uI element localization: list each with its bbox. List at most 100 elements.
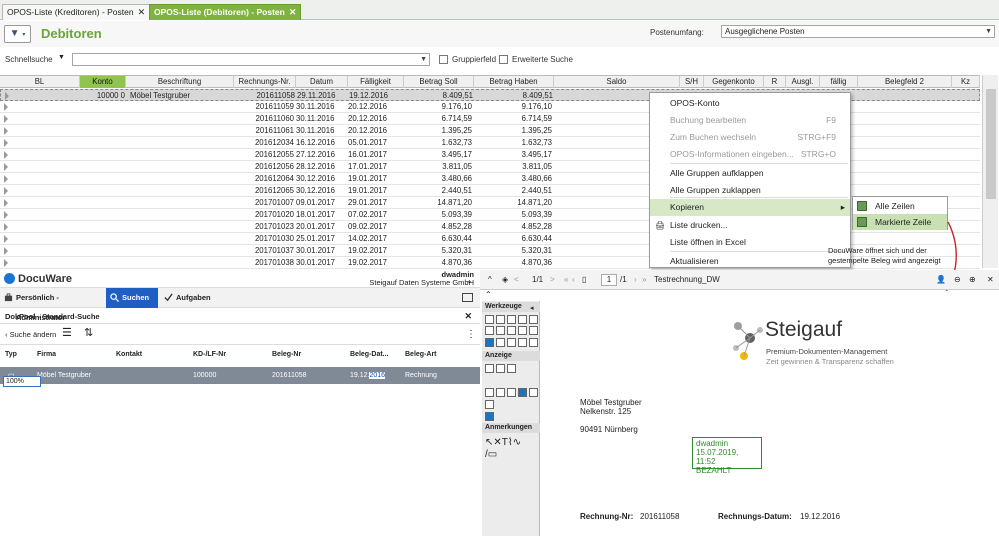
- expand-icon[interactable]: [4, 223, 8, 231]
- line-rect-tools[interactable]: /▭: [485, 450, 497, 460]
- expand-icon[interactable]: [4, 187, 8, 195]
- column-header[interactable]: Betrag Soll: [404, 76, 474, 88]
- more-icon[interactable]: ⋮: [466, 329, 476, 340]
- tab-debitoren[interactable]: OPOS-Liste (Debitoren) - Posten ✕: [149, 4, 302, 20]
- column-header[interactable]: Betrag Haben: [474, 76, 554, 88]
- chevron-up-icon[interactable]: ⌃: [485, 290, 492, 299]
- page-input[interactable]: 1: [601, 274, 617, 286]
- chevron-down-icon[interactable]: ⌄: [466, 276, 473, 285]
- column-header[interactable]: Rechnungs-Nr.: [234, 76, 296, 88]
- result-column-header[interactable]: KD-/LF-Nr: [193, 346, 226, 364]
- tool-icon[interactable]: [507, 326, 516, 335]
- user-info[interactable]: dwadmin Steigauf Daten Systeme GmbH: [369, 271, 474, 287]
- result-column-header[interactable]: Firma: [37, 346, 56, 364]
- zoom-in-icon[interactable]: ⊕: [969, 270, 976, 290]
- menu-item[interactable]: Buchung bearbeiten F9: [650, 112, 850, 129]
- expand-icon[interactable]: [4, 139, 8, 147]
- tool-icon[interactable]: [507, 388, 516, 397]
- tool-icon[interactable]: [496, 338, 505, 347]
- column-header[interactable]: Beschriftung: [126, 76, 234, 88]
- menu-item[interactable]: Alle Gruppen aufklappen: [650, 165, 850, 182]
- column-header[interactable]: fällig: [820, 76, 858, 88]
- tool-icon[interactable]: [496, 326, 505, 335]
- prev-icon[interactable]: <: [514, 270, 519, 290]
- expand-icon[interactable]: [4, 211, 8, 219]
- result-column-header[interactable]: Typ: [5, 346, 17, 364]
- gruppierfeld-checkbox[interactable]: [439, 55, 448, 64]
- user-stamp-icon[interactable]: 👤: [936, 270, 946, 290]
- tab-kreditoren[interactable]: OPOS-Liste (Kreditoren) - Posten ✕: [2, 4, 151, 20]
- expand-icon[interactable]: [4, 151, 8, 159]
- expand-icon[interactable]: [4, 235, 8, 243]
- tool-icon[interactable]: [529, 315, 538, 324]
- tool-icon[interactable]: [485, 326, 494, 335]
- tool-icon[interactable]: [529, 326, 538, 335]
- column-header-sorted[interactable]: Konto: [80, 76, 126, 88]
- nav-persoenlich[interactable]: Persönlich - Administrator: [0, 288, 104, 322]
- expand-icon[interactable]: [4, 163, 8, 171]
- menu-item[interactable]: Liste drucken... 🖨: [650, 217, 850, 234]
- collapse-icon[interactable]: ^: [488, 270, 492, 290]
- column-header[interactable]: Saldo: [554, 76, 680, 88]
- column-header[interactable]: R: [764, 76, 786, 88]
- result-column-header[interactable]: Beleg-Nr: [272, 346, 301, 364]
- zoom-select[interactable]: 100%: [3, 376, 41, 387]
- tool-icon[interactable]: [529, 388, 538, 397]
- expand-icon[interactable]: [4, 247, 8, 255]
- close-icon[interactable]: ✕: [138, 7, 146, 17]
- annotation-tools[interactable]: ↖✕T⌇∿: [485, 438, 521, 448]
- page-icon[interactable]: ▯: [582, 270, 586, 290]
- menu-item[interactable]: Liste öffnen in Excel: [650, 234, 850, 251]
- tool-icon[interactable]: [496, 315, 505, 324]
- menu-item[interactable]: Aktualisieren: [650, 253, 850, 270]
- window-icon[interactable]: [462, 293, 473, 302]
- expand-icon[interactable]: [4, 199, 8, 207]
- scrollbar-thumb[interactable]: [986, 89, 996, 199]
- bezahlt-stamp[interactable]: dwadmin 15.07.2019, 11:52 BEZAHLT: [692, 437, 762, 475]
- tool-icon[interactable]: [529, 338, 538, 347]
- nav-aufgaben[interactable]: Aufgaben: [160, 288, 222, 308]
- tool-icon[interactable]: [485, 400, 494, 409]
- layers-icon[interactable]: ◈: [502, 270, 508, 290]
- expand-icon[interactable]: [4, 103, 8, 111]
- result-column-header[interactable]: Beleg-Dat...: [350, 346, 389, 364]
- first-page-icon[interactable]: «: [564, 270, 568, 290]
- tool-icon[interactable]: [518, 338, 527, 347]
- close-icon[interactable]: ✕: [987, 270, 994, 290]
- tool-icon[interactable]: [507, 338, 516, 347]
- menu-item[interactable]: Zum Buchen wechseln STRG+F9: [650, 129, 850, 146]
- tool-icon[interactable]: [485, 315, 494, 324]
- tool-icon[interactable]: [518, 315, 527, 324]
- tool-icon[interactable]: [485, 338, 494, 347]
- chevron-down-icon[interactable]: ▼: [58, 54, 65, 61]
- tool-icon[interactable]: [507, 315, 516, 324]
- expand-icon[interactable]: [4, 175, 8, 183]
- column-header[interactable]: S/H: [680, 76, 704, 88]
- tool-icon[interactable]: [496, 388, 505, 397]
- menu-item[interactable]: OPOS-Konto: [650, 95, 850, 112]
- expand-icon[interactable]: [4, 259, 8, 267]
- menu-item[interactable]: Kopieren ▸: [650, 199, 850, 216]
- schnellsuche-input[interactable]: ▼: [72, 53, 430, 66]
- column-header[interactable]: BL: [0, 76, 80, 88]
- result-column-header[interactable]: Beleg-Art: [405, 346, 437, 364]
- tool-icon[interactable]: [507, 364, 516, 373]
- next-page-icon[interactable]: ›: [634, 270, 637, 290]
- result-column-header[interactable]: Kontakt: [116, 346, 142, 364]
- expand-icon[interactable]: [4, 127, 8, 135]
- column-header[interactable]: Ausgl.: [786, 76, 820, 88]
- column-header[interactable]: Kz: [952, 76, 980, 88]
- tool-icon[interactable]: [518, 326, 527, 335]
- next-icon[interactable]: >: [550, 270, 555, 290]
- column-header[interactable]: Belegfeld 2: [858, 76, 952, 88]
- tool-icon[interactable]: [518, 388, 527, 397]
- last-page-icon[interactable]: »: [642, 270, 646, 290]
- menu-item[interactable]: OPOS-Informationen eingeben... STRG+O: [650, 146, 850, 163]
- filter-button[interactable]: ▼ ▾: [4, 25, 31, 43]
- back-button[interactable]: ‹ Suche ändern: [5, 330, 56, 339]
- close-icon[interactable]: ✕: [289, 7, 297, 17]
- result-row[interactable]: ▭ Möbel Testgruber 100000 201611058 19.1…: [0, 367, 480, 384]
- sort-icon[interactable]: ⇅: [84, 328, 93, 339]
- prev-page-icon[interactable]: ‹: [572, 270, 575, 290]
- panel-close-icon[interactable]: ◂: [530, 304, 534, 312]
